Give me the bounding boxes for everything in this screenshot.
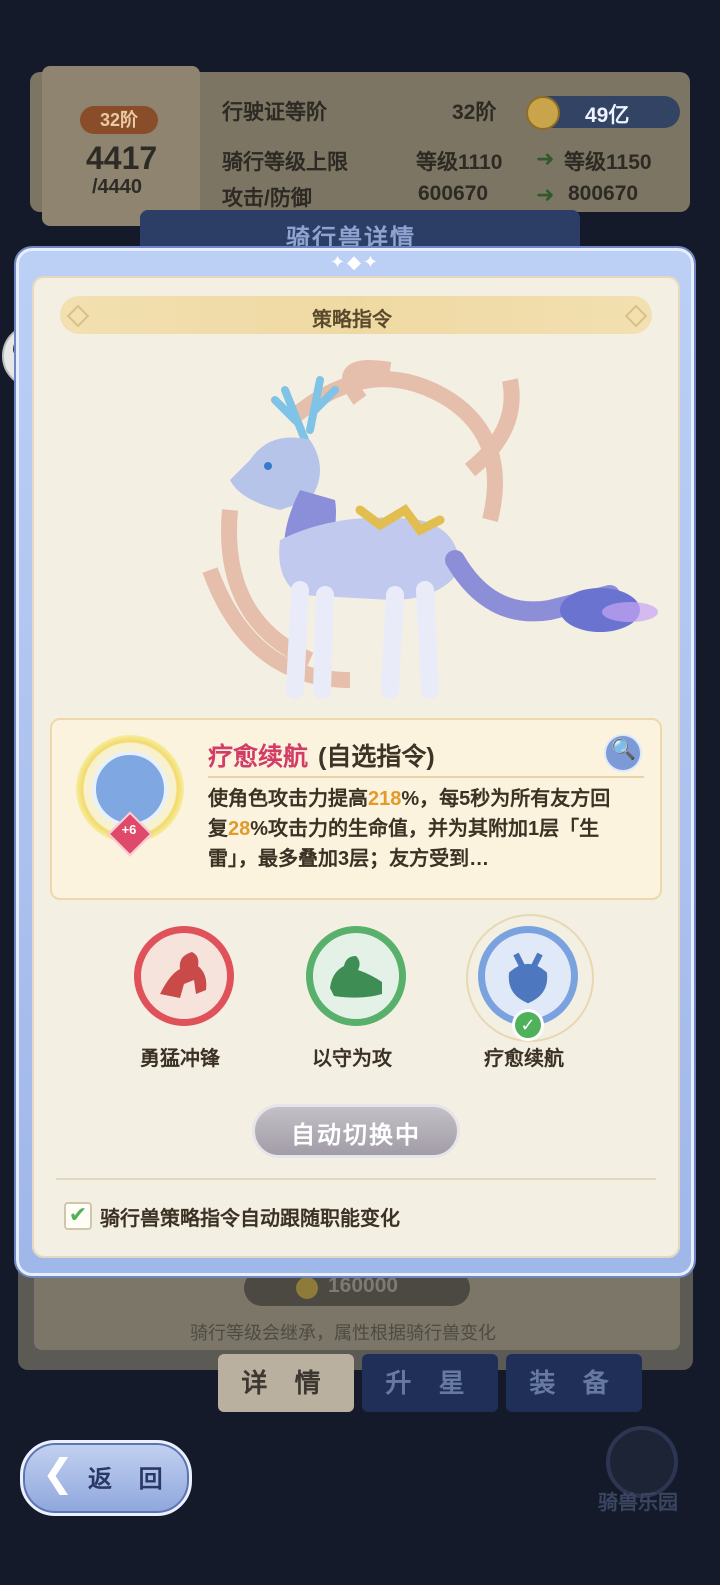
tab-upgrade-star[interactable]: 升 星 bbox=[362, 1354, 498, 1412]
magnifier-icon: 🔍 bbox=[611, 739, 636, 761]
selected-check-icon: ✓ bbox=[512, 1009, 544, 1041]
auto-follow-checkbox[interactable]: ✔ bbox=[64, 1202, 92, 1230]
skill-name: 疗愈续航 bbox=[208, 743, 309, 771]
tab-equipment[interactable]: 装 备 bbox=[506, 1354, 642, 1412]
row-value-pass-rank: 32阶 bbox=[452, 101, 497, 124]
section-title: 策略指令 bbox=[312, 309, 392, 331]
pass-progress-total: /4440 bbox=[92, 176, 143, 198]
currency-amount: 49亿 bbox=[585, 104, 630, 127]
inherit-note: 骑行等级会继承，属性根据骑行兽变化 bbox=[190, 1323, 496, 1343]
option-label-brave-charge: 勇猛冲锋 bbox=[140, 1048, 220, 1070]
tab-detail[interactable]: 详 情 bbox=[218, 1354, 354, 1412]
mount-park-label[interactable]: 骑兽乐园 bbox=[598, 1486, 678, 1515]
row-label-attack-defense: 攻击/防御 bbox=[222, 187, 312, 210]
row-value-attack-defense: 600670 bbox=[418, 182, 489, 205]
coin-icon bbox=[296, 1277, 318, 1299]
divider bbox=[208, 776, 644, 778]
auto-follow-label[interactable]: 骑行兽策略指令自动跟随职能变化 bbox=[100, 1202, 400, 1231]
row-next-ride-level: 等级1150 bbox=[564, 151, 652, 174]
dragon-horse bbox=[230, 376, 658, 699]
skill-level: +6 bbox=[121, 822, 137, 837]
row-value-ride-level: 等级1110 bbox=[416, 151, 503, 174]
coin-icon bbox=[526, 96, 560, 130]
auto-switch-label: 自动切换中 bbox=[291, 1122, 421, 1149]
pass-rank-badge: 32阶 bbox=[80, 106, 158, 134]
dragon-head-icon bbox=[508, 952, 548, 1004]
mount-illustration bbox=[202, 360, 658, 699]
row-next-attack-defense: 800670 bbox=[568, 182, 639, 205]
arrow-right-icon: ➜ bbox=[536, 146, 555, 171]
skill-description: 使角色攻击力提高218%，每5秒为所有友方回复28%攻击力的生命值，并为其附加1… bbox=[208, 788, 611, 870]
ornament-icon: ✦◆✦ bbox=[330, 252, 381, 272]
resting-horse-icon bbox=[330, 956, 382, 998]
back-arrow-icon: ❮ bbox=[42, 1453, 74, 1495]
row-label-ride-level: 骑行等级上限 bbox=[222, 151, 348, 174]
pass-progress-current: 4417 bbox=[86, 140, 158, 176]
option-label-defense-as-offense: 以守为攻 bbox=[312, 1048, 392, 1070]
option-label-healing-sustain: 疗愈续航 bbox=[484, 1048, 564, 1070]
back-button-label: 返 回 bbox=[88, 1466, 173, 1493]
row-label-pass-rank: 行驶证等阶 bbox=[222, 101, 327, 124]
divider bbox=[56, 1178, 656, 1180]
price-amount: 160000 bbox=[328, 1274, 399, 1297]
skill-type: (自选指令) bbox=[318, 743, 435, 771]
rearing-horse-icon bbox=[160, 952, 207, 998]
arrow-right-icon: ➜ bbox=[536, 182, 555, 207]
